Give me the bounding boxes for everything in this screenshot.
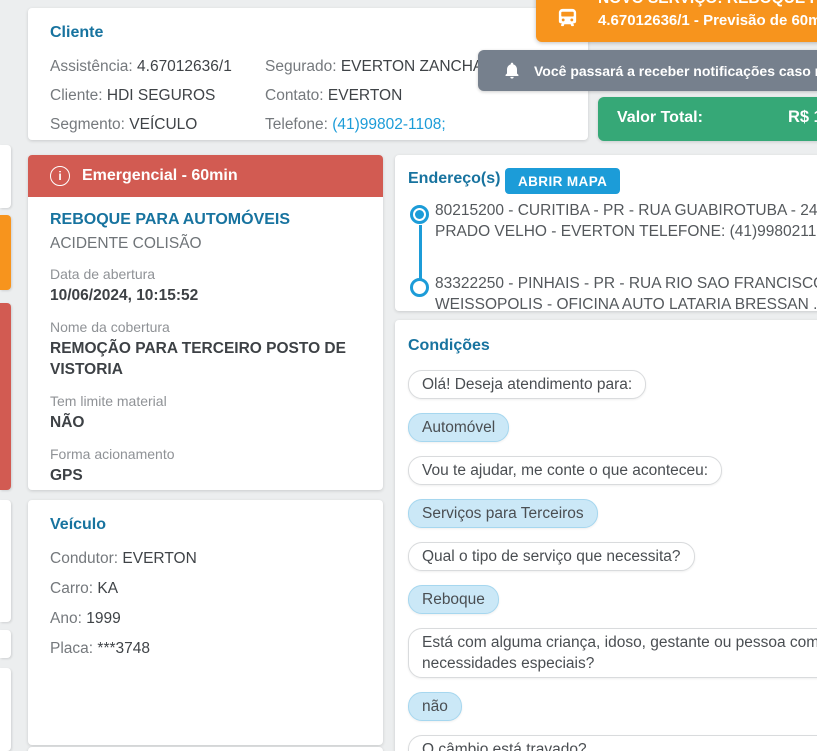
- driver-field: Condutor: EVERTON: [50, 550, 197, 567]
- chat-question-bubble: O câmbio está travado?: [408, 735, 817, 751]
- conditions-card: Condições Olá! Deseja atendimento para: …: [395, 320, 817, 751]
- vehicle-card-title: Veículo: [50, 516, 107, 533]
- bell-icon: [505, 62, 519, 78]
- origin-address: 80215200 - CURITIBA - PR - RUA GUABIROTU…: [435, 202, 817, 240]
- new-service-toast[interactable]: NOVO SERVIÇO: REBOQUE PARA AUTOMÓVEIS 4.…: [536, 0, 817, 42]
- info-icon: i: [50, 166, 70, 186]
- chat-transcript: Olá! Deseja atendimento para: Automóvel …: [408, 370, 817, 751]
- toast-subtitle: 4.67012636/1 - Previsão de 60min: [598, 12, 817, 29]
- service-details: REBOQUE PARA AUTOMÓVEIS ACIDENTE COLISÃO…: [50, 211, 361, 486]
- hidden-column-card: [0, 145, 11, 208]
- service-cause: ACIDENTE COLISÃO: [50, 235, 202, 252]
- chat-answer-bubble: Serviços para Terceiros: [408, 499, 598, 528]
- year-field: Ano: 1999: [50, 610, 121, 627]
- destination-marker-icon: [410, 278, 429, 297]
- phone-field: Telefone: (41)99802-1108;: [265, 116, 446, 133]
- vehicle-details: Condutor: EVERTON Carro: KA Ano: 1999 Pl…: [50, 544, 197, 664]
- open-map-button[interactable]: ABRIR MAPA: [505, 168, 621, 194]
- toast-title: NOVO SERVIÇO: REBOQUE PARA AUTOMÓVEIS: [598, 0, 817, 10]
- conditions-card-title: Condições: [408, 337, 490, 354]
- priority-label: Emergencial - 60min: [82, 167, 238, 184]
- coverage-name-field: Nome da cobertura REMOÇÃO PARA TERCEIRO …: [50, 319, 346, 378]
- hidden-column-card: [0, 630, 11, 658]
- address-card: Endereço(s) ABRIR MAPA 80215200 - CURITI…: [395, 155, 817, 313]
- vehicle-card: Veículo Condutor: EVERTON Carro: KA Ano:…: [28, 500, 383, 745]
- next-card-edge: [28, 747, 383, 751]
- phone-link[interactable]: (41)99802-1108;: [332, 116, 445, 133]
- car-field: Carro: KA: [50, 580, 119, 597]
- route-line: [419, 225, 422, 279]
- hidden-column-card: [0, 500, 11, 622]
- activation-mode-field: Forma acionamento GPS: [50, 446, 175, 484]
- chat-answer-bubble: Reboque: [408, 585, 499, 614]
- segment-field: Segmento: VEÍCULO: [50, 116, 198, 133]
- car-icon: [558, 8, 577, 27]
- assistance-field: Assistência: 4.67012636/1: [50, 58, 232, 75]
- chat-question-bubble: Está com alguma criança, idoso, gestante…: [408, 628, 817, 678]
- client-field: Cliente: HDI SEGUROS: [50, 87, 216, 104]
- notification-banner[interactable]: Você passará a receber notificações caso…: [478, 50, 817, 91]
- open-date-field: Data de abertura 10/06/2024, 10:15:52: [50, 266, 199, 304]
- destination-address: 83322250 - PINHAIS - PR - RUA RIO SAO FR…: [435, 275, 817, 313]
- plate-field: Placa: ***3748: [50, 640, 150, 657]
- chat-question-bubble: Vou te ajudar, me conte o que aconteceu:: [408, 456, 723, 485]
- notification-text: Você passará a receber notificações caso…: [534, 62, 817, 79]
- total-value: R$ 1: [788, 108, 817, 126]
- service-name: REBOQUE PARA AUTOMÓVEIS: [50, 211, 291, 228]
- material-limit-field: Tem limite material NÃO: [50, 393, 167, 431]
- origin-marker-icon: [410, 205, 429, 224]
- client-column-left: Assistência: 4.67012636/1 Cliente: HDI S…: [50, 52, 270, 139]
- priority-banner: i Emergencial - 60min: [28, 155, 383, 197]
- chat-question-bubble: Qual o tipo de serviço que necessita?: [408, 542, 695, 571]
- total-label: Valor Total:: [617, 109, 703, 126]
- address-card-title: Endereço(s): [408, 170, 501, 187]
- chat-answer-bubble: não: [408, 692, 462, 721]
- service-card: i Emergencial - 60min REBOQUE PARA AUTOM…: [28, 155, 383, 490]
- service-detail-page: Cliente Assistência: 4.67012636/1 Client…: [0, 0, 817, 751]
- chat-answer-bubble: Automóvel: [408, 413, 510, 442]
- hidden-column-card: [0, 668, 11, 751]
- hidden-column-card: [0, 303, 11, 490]
- total-value-card: Valor Total: R$ 1: [598, 97, 817, 141]
- hidden-column-card: [0, 215, 11, 290]
- chat-question-bubble: Olá! Deseja atendimento para:: [408, 370, 647, 399]
- client-card-title: Cliente: [50, 24, 104, 41]
